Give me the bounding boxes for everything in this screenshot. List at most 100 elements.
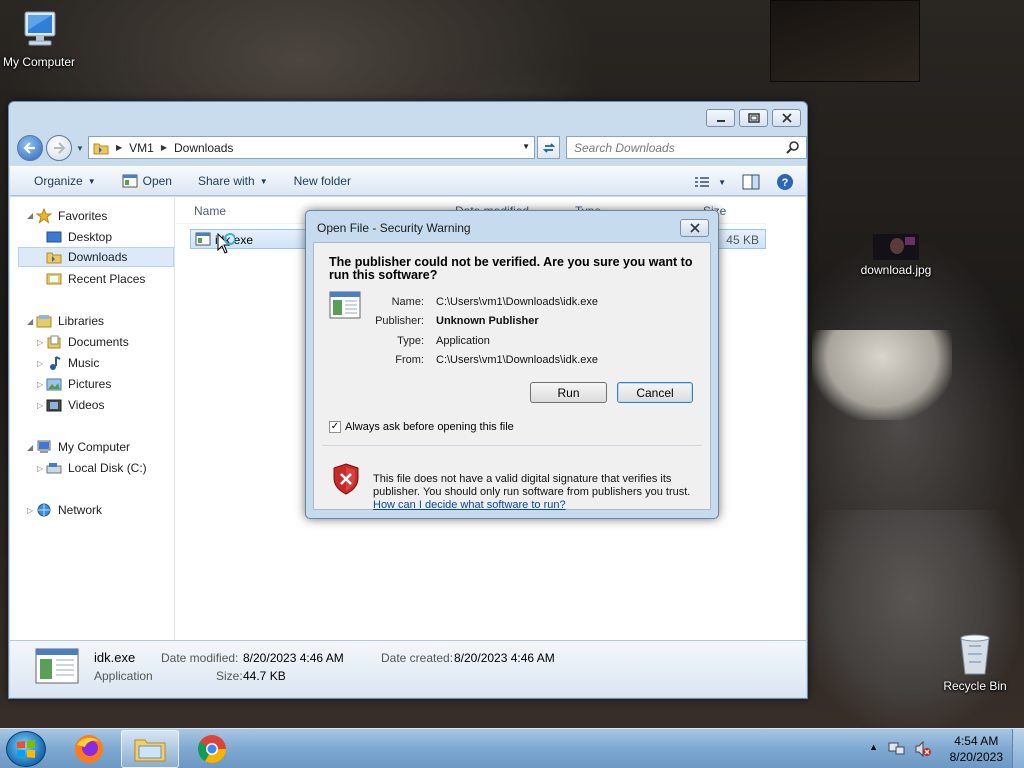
taskbar: ▲ 4:54 AM 8/20/2023: [0, 728, 1024, 768]
share-with-button[interactable]: Share with ▼: [198, 174, 268, 188]
windows-logo-icon: [17, 740, 35, 758]
address-bar[interactable]: ▶ VM1 ▶ Downloads ▼: [88, 136, 535, 159]
nav-libraries-label: Libraries: [58, 314, 105, 328]
forward-button[interactable]: [46, 135, 72, 161]
preview-pane-icon[interactable]: [742, 174, 760, 190]
back-button[interactable]: [17, 135, 43, 161]
clock-date: 8/20/2023: [949, 750, 1003, 764]
application-icon: [122, 174, 138, 188]
nav-favorites[interactable]: Favorites: [36, 206, 107, 226]
documents-icon: [47, 335, 61, 349]
open-button[interactable]: Open: [122, 174, 172, 188]
nav-recent-places-label: Recent Places: [68, 272, 146, 286]
chevron-down-icon: ▼: [87, 176, 96, 186]
details-size-label: Size:: [216, 669, 243, 683]
folder-icon: [93, 143, 109, 154]
show-desktop-button[interactable]: [1012, 729, 1024, 768]
help-link[interactable]: How can I decide what software to run?: [373, 499, 566, 511]
search-placeholder: Search Downloads: [574, 141, 675, 155]
taskbar-file-explorer[interactable]: [121, 730, 179, 768]
breadcrumb-downloads[interactable]: Downloads: [174, 141, 233, 155]
start-button[interactable]: [6, 731, 46, 767]
column-name[interactable]: Name: [194, 204, 226, 218]
svg-text:?: ?: [782, 177, 789, 189]
expand-arrow-icon[interactable]: ▷: [37, 338, 43, 347]
nav-local-disk[interactable]: Local Disk (C:): [46, 458, 147, 478]
minimize-button[interactable]: [706, 109, 735, 127]
collapse-arrow-icon[interactable]: ◢: [27, 211, 33, 220]
nav-recent-places[interactable]: Recent Places: [46, 269, 145, 289]
help-icon[interactable]: ?: [776, 173, 794, 191]
clock-time: 4:54 AM: [954, 734, 999, 748]
show-hidden-icons-button[interactable]: ▲: [869, 742, 878, 752]
refresh-icon: [542, 142, 555, 153]
nav-libraries[interactable]: Libraries: [36, 311, 104, 331]
music-icon: [50, 356, 61, 370]
nav-downloads[interactable]: Downloads: [18, 247, 174, 267]
field-name-value: C:\Users\vm1\Downloads\idk.exe: [436, 296, 599, 308]
command-bar: Organize ▼ Open Share with ▼ New folder …: [10, 166, 806, 196]
nav-music-label: Music: [68, 356, 100, 370]
network-status-icon[interactable]: [888, 740, 906, 758]
maximize-button[interactable]: [739, 109, 768, 127]
navigation-pane: Favorites ◢ Desktop Downloads Recent Pla…: [10, 197, 175, 640]
downloads-folder-icon: [46, 252, 62, 264]
nav-pictures[interactable]: Pictures: [46, 374, 111, 394]
taskbar-chrome[interactable]: [183, 730, 241, 768]
nav-network[interactable]: Network: [36, 500, 102, 520]
volume-muted-icon[interactable]: [914, 740, 932, 758]
field-from-value: C:\Users\vm1\Downloads\idk.exe: [436, 354, 599, 366]
always-ask-checkbox[interactable]: ✓: [329, 421, 341, 433]
address-dropdown[interactable]: ▼: [522, 142, 530, 151]
change-view-button[interactable]: ▼: [694, 175, 726, 189]
desktop-icon-recycle-bin[interactable]: Recycle Bin: [938, 632, 1012, 693]
wallpaper-frame: [770, 0, 920, 82]
field-name-label: Name:: [391, 296, 424, 308]
shield-warning-icon: [333, 463, 359, 495]
details-date-modified-label: Date modified:: [161, 651, 239, 665]
desktop-icon-my-computer[interactable]: My Computer: [0, 10, 78, 69]
divider: [322, 445, 702, 446]
expand-arrow-icon[interactable]: ▷: [37, 380, 43, 389]
taskbar-firefox[interactable]: [60, 730, 118, 768]
expand-arrow-icon[interactable]: ▷: [27, 506, 33, 515]
cancel-button[interactable]: Cancel: [617, 382, 693, 403]
collapse-arrow-icon[interactable]: ◢: [27, 317, 33, 326]
always-ask-label[interactable]: Always ask before opening this file: [345, 421, 514, 433]
nav-documents[interactable]: Documents: [46, 332, 129, 352]
network-icon: [37, 503, 51, 517]
field-publisher-value: Unknown Publisher: [436, 315, 539, 327]
dialog-close-button[interactable]: [680, 219, 709, 237]
nav-desktop[interactable]: Desktop: [46, 227, 112, 247]
refresh-button[interactable]: [537, 136, 560, 159]
new-folder-label: New folder: [293, 174, 351, 188]
minimize-icon: [716, 120, 725, 122]
nav-my-computer[interactable]: My Computer: [36, 437, 130, 457]
open-label: Open: [142, 174, 172, 188]
breadcrumb-separator[interactable]: ▶: [116, 143, 122, 152]
expand-arrow-icon[interactable]: ▷: [37, 464, 43, 473]
desktop-icon-download-jpg[interactable]: download.jpg: [858, 234, 934, 277]
organize-label: Organize: [34, 174, 83, 188]
expand-arrow-icon[interactable]: ▷: [37, 359, 43, 368]
nav-videos[interactable]: Videos: [46, 395, 104, 415]
collapse-arrow-icon[interactable]: ◢: [27, 443, 33, 452]
videos-icon: [46, 399, 62, 412]
close-button[interactable]: [772, 109, 801, 127]
desktop-icon-label: Recycle Bin: [943, 679, 1007, 693]
view-controls: ▼ ?: [694, 173, 794, 191]
organize-button[interactable]: Organize ▼: [34, 174, 96, 188]
nav-downloads-label: Downloads: [68, 250, 128, 264]
expand-arrow-icon[interactable]: ▷: [37, 401, 43, 410]
run-button[interactable]: Run: [530, 382, 607, 403]
breadcrumb-vm1[interactable]: VM1: [129, 141, 154, 155]
taskbar-clock[interactable]: 4:54 AM 8/20/2023: [950, 733, 1003, 765]
nav-my-computer-label: My Computer: [58, 440, 131, 454]
new-folder-button[interactable]: New folder: [294, 174, 351, 188]
hard-drive-icon: [46, 463, 62, 474]
recent-places-icon: [46, 273, 62, 285]
recent-pages-dropdown[interactable]: ▼: [76, 144, 84, 153]
nav-music[interactable]: Music: [46, 353, 99, 373]
search-input[interactable]: Search Downloads: [566, 136, 807, 159]
breadcrumb-separator[interactable]: ▶: [161, 143, 167, 152]
